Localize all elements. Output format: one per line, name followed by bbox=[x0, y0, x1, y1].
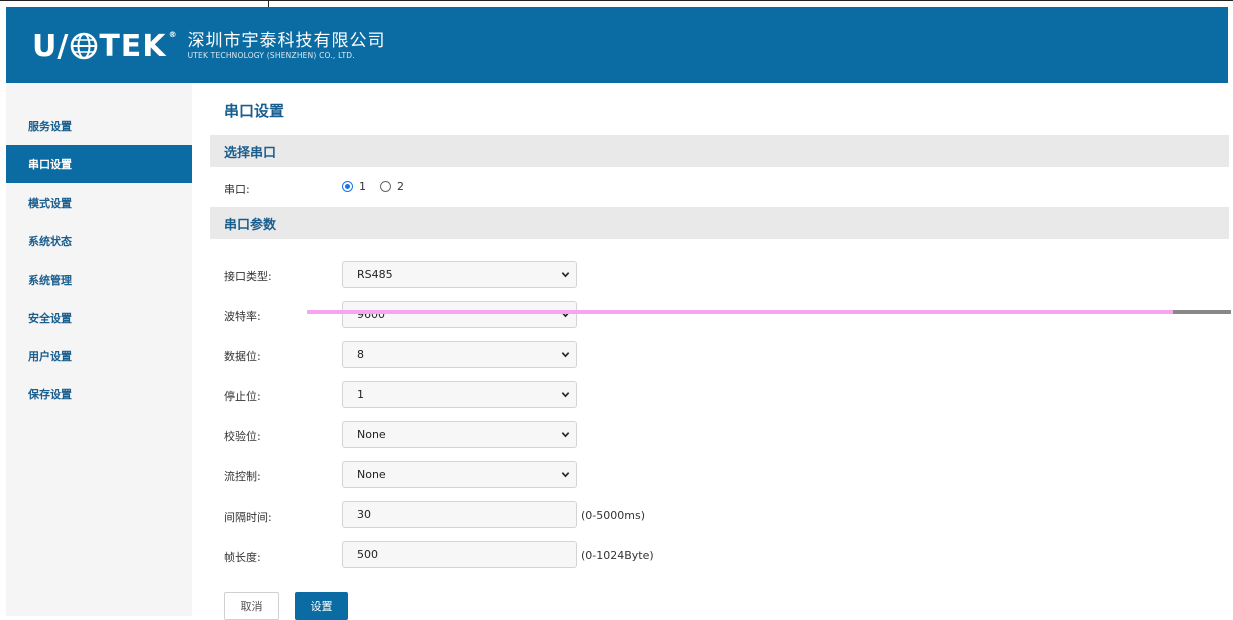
sidebar: 服务设置 串口设置 模式设置 系统状态 系统管理 安全设置 用户设置 保存设置 bbox=[6, 83, 192, 616]
stop-bits-label: 停止位: bbox=[224, 390, 261, 403]
render-artifact-line-end bbox=[1173, 310, 1231, 314]
port-label: 串口: bbox=[224, 183, 250, 196]
interval-input[interactable]: 30 bbox=[342, 501, 577, 528]
interface-type-select[interactable]: RS485 bbox=[342, 261, 577, 288]
brand-logo: U / TEK ® 深圳市宇泰科技有限公司 UTEK TECHNOLOGY (SH… bbox=[32, 28, 386, 64]
baud-rate-select[interactable]: 9600 bbox=[342, 301, 577, 328]
interval-range-hint: (0-5000ms) bbox=[581, 509, 645, 522]
sidebar-item-service-settings[interactable]: 服务设置 bbox=[6, 107, 192, 145]
flow-control-select[interactable]: None bbox=[342, 461, 577, 488]
flow-control-label: 流控制: bbox=[224, 470, 261, 483]
sidebar-item-security-settings[interactable]: 安全设置 bbox=[6, 299, 192, 337]
section-port-params: 串口参数 bbox=[210, 207, 1229, 239]
data-bits-select[interactable]: 8 bbox=[342, 341, 577, 368]
sidebar-item-save-settings[interactable]: 保存设置 bbox=[6, 375, 192, 413]
interface-type-value: RS485 bbox=[357, 268, 393, 281]
port-radio-group: 1 2 bbox=[342, 180, 418, 193]
stop-bits-select[interactable]: 1 bbox=[342, 381, 577, 408]
port-1-radio[interactable] bbox=[342, 181, 353, 192]
frame-length-value: 500 bbox=[357, 548, 378, 561]
frame-length-input[interactable]: 500 bbox=[342, 541, 577, 568]
stop-bits-value: 1 bbox=[357, 388, 364, 401]
globe-icon bbox=[71, 32, 98, 60]
parity-label: 校验位: bbox=[224, 430, 261, 443]
company-name-cn: 深圳市宇泰科技有限公司 bbox=[187, 31, 386, 51]
sidebar-item-system-status[interactable]: 系统状态 bbox=[6, 222, 192, 260]
frame-length-label: 帧长度: bbox=[224, 551, 261, 564]
port-2-label: 2 bbox=[397, 180, 404, 193]
sidebar-item-user-settings[interactable]: 用户设置 bbox=[6, 337, 192, 375]
sidebar-item-mode-settings[interactable]: 模式设置 bbox=[6, 184, 192, 222]
render-artifact-line bbox=[307, 310, 1173, 314]
interval-label: 间隔时间: bbox=[224, 511, 272, 524]
data-bits-value: 8 bbox=[357, 348, 364, 361]
section-select-port: 选择串口 bbox=[210, 135, 1229, 167]
port-2-radio[interactable] bbox=[380, 181, 391, 192]
sidebar-item-system-management[interactable]: 系统管理 bbox=[6, 261, 192, 299]
sidebar-item-serial-settings[interactable]: 串口设置 bbox=[6, 145, 192, 183]
frame-length-range-hint: (0-1024Byte) bbox=[581, 549, 654, 562]
company-name-en: UTEK TECHNOLOGY (SHENZHEN) CO., LTD. bbox=[187, 51, 355, 60]
interval-value: 30 bbox=[357, 508, 371, 521]
utek-logo-mark: U / TEK ® bbox=[32, 28, 178, 64]
parity-value: None bbox=[357, 428, 386, 441]
chevron-down-icon bbox=[561, 392, 570, 398]
flow-control-value: None bbox=[357, 468, 386, 481]
interface-type-label: 接口类型: bbox=[224, 270, 272, 283]
registered-mark: ® bbox=[168, 29, 178, 39]
parity-select[interactable]: None bbox=[342, 421, 577, 448]
main-content: 串口设置 选择串口 串口: 1 2 串口参数 接口类型: RS485 波特率: … bbox=[210, 83, 1229, 620]
top-border-line bbox=[0, 0, 1233, 1]
chevron-down-icon bbox=[561, 472, 570, 478]
data-bits-label: 数据位: bbox=[224, 350, 261, 363]
chevron-down-icon bbox=[561, 272, 570, 278]
chevron-down-icon bbox=[561, 432, 570, 438]
baud-rate-label: 波特率: bbox=[224, 310, 261, 323]
chevron-down-icon bbox=[561, 352, 570, 358]
page-title: 串口设置 bbox=[224, 102, 285, 120]
app-header: U / TEK ® 深圳市宇泰科技有限公司 UTEK TECHNOLOGY (SH… bbox=[6, 7, 1228, 83]
port-1-label: 1 bbox=[359, 180, 366, 193]
company-name: 深圳市宇泰科技有限公司 UTEK TECHNOLOGY (SHENZHEN) C… bbox=[188, 31, 386, 61]
